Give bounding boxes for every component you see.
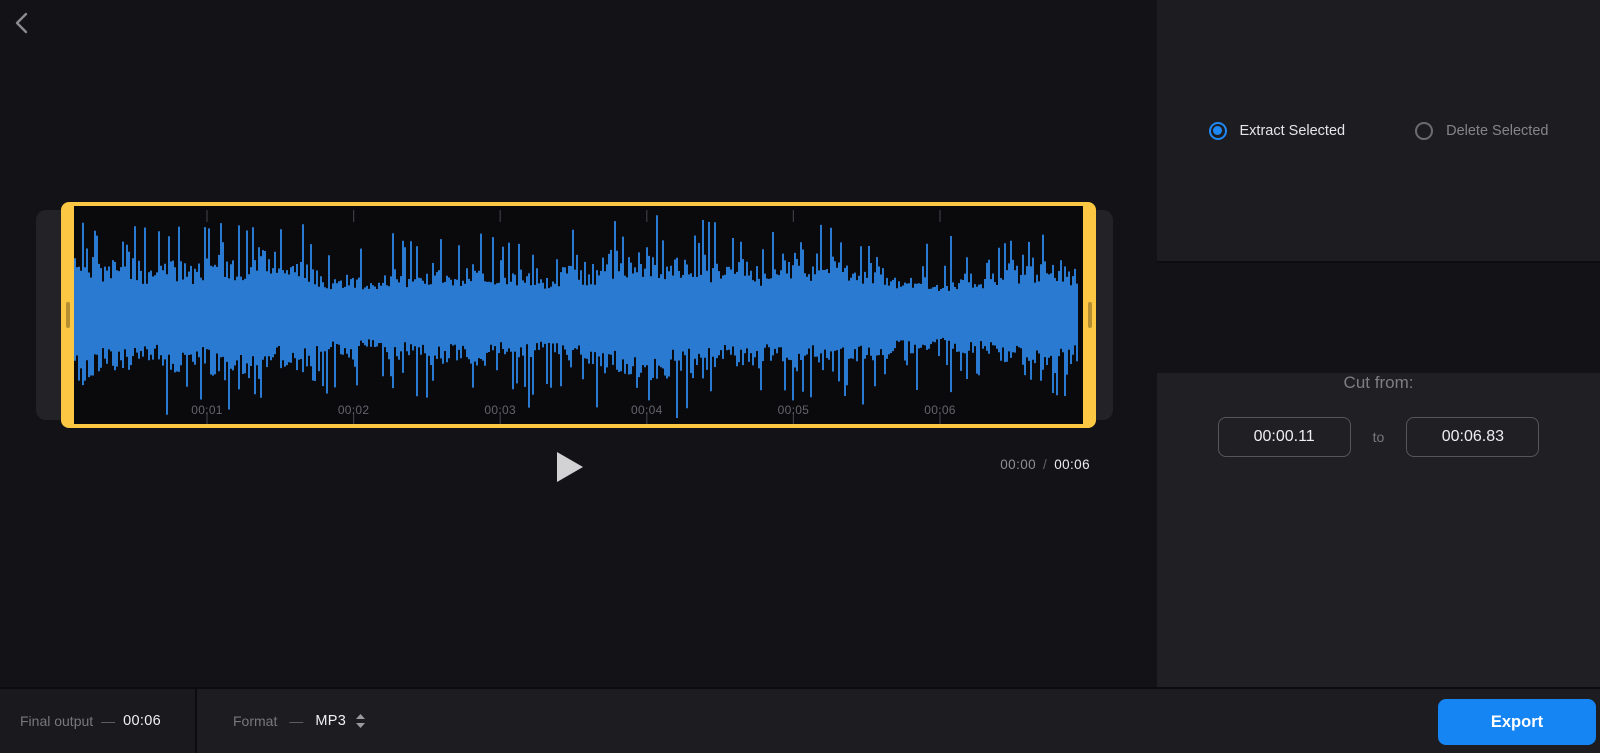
radio-delete-selected[interactable]: Delete Selected bbox=[1415, 122, 1548, 140]
selection-region[interactable]: 00:01 00:02 00:03 00:04 00:05 00:06 bbox=[61, 202, 1096, 428]
waveform-graphic bbox=[74, 206, 1083, 424]
settings-panel: Extract Selected Delete Selected Cut fro… bbox=[1157, 0, 1600, 687]
cut-start-input[interactable] bbox=[1218, 417, 1351, 457]
bottom-bar: Final output — 00:06 Format — MP3 Export bbox=[0, 687, 1600, 753]
format-cell: Format — MP3 bbox=[197, 689, 366, 753]
format-value: MP3 bbox=[315, 713, 346, 729]
format-select[interactable]: MP3 bbox=[315, 713, 366, 729]
radio-label: Extract Selected bbox=[1240, 123, 1346, 139]
timeline-label: 00:02 bbox=[338, 403, 370, 417]
time-display: 00:00 / 00:06 bbox=[1000, 457, 1090, 472]
format-label: Format bbox=[233, 713, 277, 729]
current-time: 00:00 bbox=[1000, 457, 1036, 472]
trim-handle-right[interactable] bbox=[1083, 202, 1096, 428]
total-time: 00:06 bbox=[1054, 457, 1090, 472]
timeline-label: 00:01 bbox=[191, 403, 223, 417]
stepper-icon bbox=[355, 713, 366, 729]
to-label: to bbox=[1373, 429, 1385, 445]
mode-section: Extract Selected Delete Selected bbox=[1157, 0, 1600, 263]
trim-handle-left[interactable] bbox=[61, 202, 74, 428]
dash: — bbox=[101, 713, 115, 729]
timeline-label: 00:05 bbox=[778, 403, 810, 417]
audio-cutter-app: 00:01 00:02 00:03 00:04 00:05 00:06 00:00 / 0… bbox=[0, 0, 1600, 753]
cut-from-heading: Cut from: bbox=[1157, 373, 1600, 393]
timeline-label: 00:03 bbox=[484, 403, 516, 417]
export-button[interactable]: Export bbox=[1438, 699, 1596, 745]
radio-extract-selected[interactable]: Extract Selected bbox=[1209, 122, 1346, 140]
cut-range-row: to bbox=[1157, 417, 1600, 457]
radio-icon bbox=[1415, 122, 1433, 140]
timeline-label: 00:06 bbox=[924, 403, 956, 417]
cut-end-input[interactable] bbox=[1406, 417, 1539, 457]
radio-icon bbox=[1209, 122, 1227, 140]
final-output-value: 00:06 bbox=[123, 713, 161, 729]
grip-icon bbox=[1088, 302, 1092, 328]
final-output-label: Final output bbox=[20, 713, 93, 729]
cut-section: Cut from: to bbox=[1157, 373, 1600, 705]
play-icon bbox=[555, 451, 585, 483]
time-separator: / bbox=[1043, 457, 1047, 472]
timeline-label: 00:04 bbox=[631, 403, 663, 417]
waveform-canvas[interactable]: 00:01 00:02 00:03 00:04 00:05 00:06 bbox=[74, 206, 1083, 424]
grip-icon bbox=[66, 302, 70, 328]
final-output-cell: Final output — 00:06 bbox=[0, 689, 197, 753]
waveform-editor: 00:01 00:02 00:03 00:04 00:05 00:06 00:00 / 0… bbox=[0, 0, 1157, 687]
radio-label: Delete Selected bbox=[1446, 123, 1548, 139]
dash: — bbox=[289, 713, 303, 729]
play-button[interactable] bbox=[549, 446, 591, 488]
